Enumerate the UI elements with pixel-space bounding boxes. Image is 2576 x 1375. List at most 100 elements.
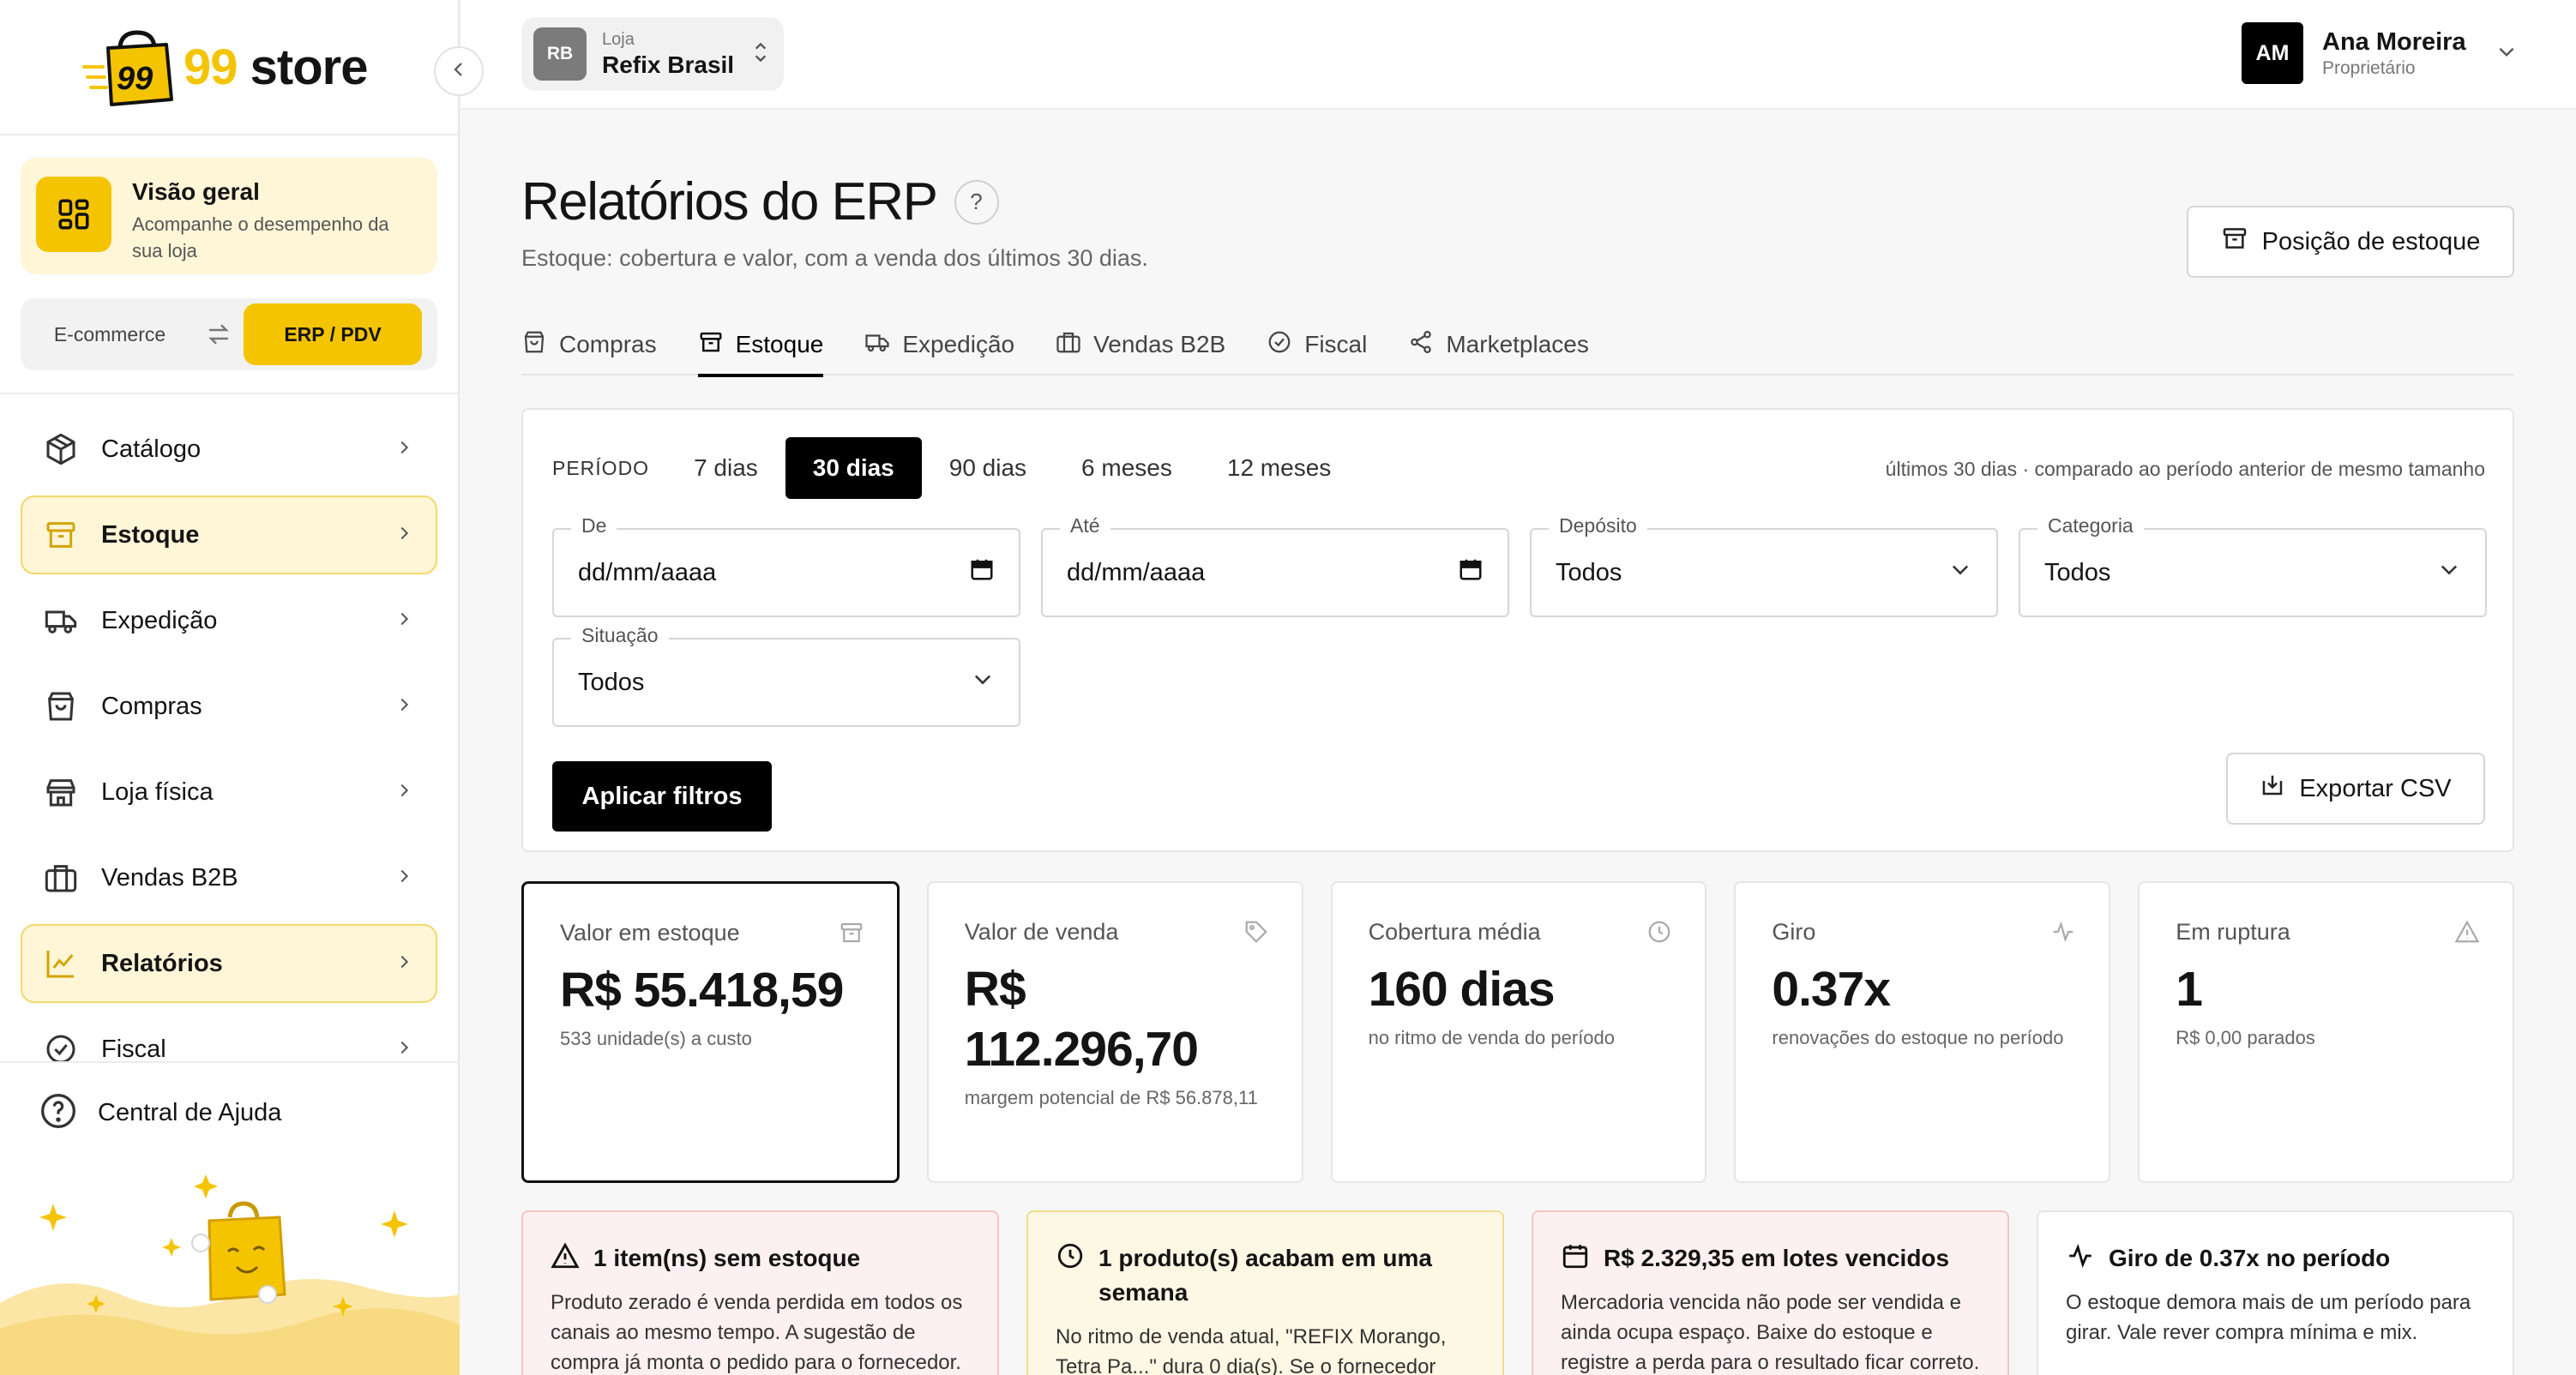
kpi-label: Valor em estoque: [560, 920, 740, 946]
sidebar-item-label: Loja física: [101, 778, 214, 806]
mode-erp-button[interactable]: ERP / PDV: [244, 303, 422, 365]
kpi-card-stockout[interactable]: Em ruptura 1 R$ 0,00 parados: [2138, 881, 2514, 1183]
clock-icon: [1646, 919, 1672, 949]
help-icon[interactable]: ?: [954, 179, 999, 225]
kpi-subtext: margem potencial de R$ 56.878,11: [964, 1087, 1258, 1108]
date-from-value: dd/mm/aaaa: [578, 558, 717, 586]
period-90-days[interactable]: 90 dias: [922, 437, 1054, 499]
period-12-months[interactable]: 12 meses: [1200, 437, 1358, 499]
period-note: últimos 30 dias · comparado ao período a…: [1885, 458, 2485, 480]
chevron-left-icon: [448, 59, 469, 84]
swap-arrows-icon[interactable]: [199, 321, 238, 347]
date-to-field[interactable]: Até dd/mm/aaaa: [1041, 514, 1509, 617]
chevron-updown-icon: [749, 39, 772, 69]
period-30-days[interactable]: 30 dias: [785, 437, 922, 499]
sidebar-item-loja-fisica[interactable]: Loja física: [21, 753, 437, 832]
tab-compras[interactable]: Compras: [521, 314, 657, 375]
chevron-down-icon: [1948, 557, 1972, 588]
sidebar-item-vendas-b2b[interactable]: Vendas B2B: [21, 838, 437, 917]
kpi-value: 0.37x: [1772, 962, 1891, 1017]
help-center-label: Central de Ajuda: [98, 1099, 282, 1126]
sidebar-item-label: Catálogo: [101, 435, 202, 463]
chevron-right-icon: [394, 867, 413, 890]
period-label: PERÍODO: [552, 456, 650, 479]
brand-logo[interactable]: 99 99 store: [0, 0, 458, 135]
date-from-field[interactable]: De dd/mm/aaaa: [552, 514, 1020, 617]
period-6-months[interactable]: 6 meses: [1054, 437, 1200, 499]
chevron-right-icon: [394, 952, 413, 976]
tab-label: Compras: [559, 331, 657, 357]
stock-position-button[interactable]: Posição de estoque: [2187, 206, 2514, 278]
sidebar-footer: Central de Ajuda: [0, 1061, 460, 1375]
sidebar-nav: Catálogo Estoque Expedição Compras Loja …: [21, 410, 437, 1061]
kpi-subtext: no ritmo de venda do período: [1368, 1027, 1616, 1048]
kpi-subtext: 533 unidade(s) a custo: [560, 1028, 752, 1049]
kpi-card-sale-value[interactable]: Valor de venda R$ 112.296,70 margem pote…: [926, 881, 1303, 1183]
kpi-value: R$ 112.296,70: [964, 962, 1199, 1077]
overview-card[interactable]: Visão geral Acompanhe o desempenho da su…: [21, 158, 437, 274]
help-circle-icon: [39, 1092, 77, 1134]
truck-icon: [864, 329, 890, 361]
alert-expired-lots[interactable]: R$ 2.329,35 em lotes vencidos Mercadoria…: [1532, 1210, 2009, 1375]
help-center-link[interactable]: Central de Ajuda: [0, 1063, 460, 1134]
insight-alerts: 1 item(ns) sem estoque Produto zerado é …: [521, 1210, 2514, 1375]
alert-title: 1 item(ns) sem estoque: [593, 1245, 861, 1271]
page-heading: Relatórios do ERP: [521, 172, 938, 231]
kpi-card-coverage[interactable]: Cobertura média 160 dias no ritmo de ven…: [1330, 881, 1707, 1183]
field-label: Situação: [571, 624, 669, 647]
page-subtitle: Estoque: cobertura e valor, com a venda …: [521, 245, 1148, 271]
alert-ending-soon[interactable]: 1 produto(s) acabam em uma semana No rit…: [1026, 1210, 1504, 1375]
chevron-right-icon: [394, 695, 413, 718]
export-csv-button[interactable]: Exportar CSV: [2226, 753, 2485, 825]
status-select[interactable]: Situação Todos: [552, 624, 1020, 727]
calendar-icon[interactable]: [969, 556, 995, 589]
period-7-days[interactable]: 7 dias: [666, 437, 785, 499]
sidebar-item-label: Expedição: [101, 606, 218, 634]
sidebar-item-relatorios[interactable]: Relatórios: [21, 924, 437, 1003]
stock-position-label: Posição de estoque: [2261, 227, 2481, 255]
truck-icon: [41, 601, 81, 640]
briefcase-icon: [41, 858, 81, 898]
tab-expedicao[interactable]: Expedição: [864, 314, 1014, 375]
mode-ecommerce-button[interactable]: E-commerce: [21, 323, 199, 346]
calendar-icon[interactable]: [1458, 556, 1484, 589]
store-icon: [41, 772, 81, 812]
tab-marketplaces[interactable]: Marketplaces: [1408, 314, 1589, 375]
alert-body: Produto zerado é venda perdida em todos …: [551, 1291, 963, 1374]
kpi-card-turnover[interactable]: Giro 0.37x renovações do estoque no perí…: [1734, 881, 2111, 1183]
sidebar-item-estoque[interactable]: Estoque: [21, 495, 437, 574]
user-menu[interactable]: AM Ana Moreira Proprietário: [2242, 22, 2518, 84]
store-caption: Loja: [602, 29, 635, 49]
field-label: Depósito: [1549, 514, 1647, 537]
category-value: Todos: [2044, 558, 2111, 586]
store-name: Refix Brasil: [602, 51, 735, 78]
deposit-select[interactable]: Depósito Todos: [1530, 514, 1998, 617]
briefcase-icon: [1056, 329, 1081, 361]
alert-turnover[interactable]: Giro de 0.37x no período O estoque demor…: [2037, 1210, 2514, 1375]
mode-switch: E-commerce ERP / PDV: [21, 298, 437, 370]
store-selector[interactable]: RB Loja Refix Brasil: [521, 17, 784, 91]
alert-out-of-stock[interactable]: 1 item(ns) sem estoque Produto zerado é …: [521, 1210, 999, 1375]
field-label: De: [571, 514, 617, 537]
tab-vendas-b2b[interactable]: Vendas B2B: [1056, 314, 1225, 375]
alert-title: 1 produto(s) acabam em uma semana: [1098, 1245, 1432, 1306]
collapse-sidebar-button[interactable]: [434, 46, 484, 96]
kpi-card-stock-value[interactable]: Valor em estoque R$ 55.418,59 533 unidad…: [521, 881, 900, 1183]
sidebar-item-compras[interactable]: Compras: [21, 667, 437, 746]
sidebar-item-label: Fiscal: [101, 1035, 166, 1062]
kpi-label: Giro: [1772, 919, 1816, 945]
sidebar: 99 99 store Visão geral Acompanhe o dese…: [0, 0, 460, 1375]
alert-body: No ritmo de venda atual, "REFIX Morango,…: [1056, 1325, 1447, 1375]
sidebar-item-catalogo[interactable]: Catálogo: [21, 410, 437, 489]
check-circle-icon: [1267, 329, 1292, 361]
shopping-bag-icon: [521, 329, 547, 361]
tab-label: Expedição: [902, 331, 1015, 357]
tab-fiscal[interactable]: Fiscal: [1267, 314, 1367, 375]
sidebar-item-expedicao[interactable]: Expedição: [21, 581, 437, 660]
mascot-illustration: [0, 1174, 460, 1375]
apply-filters-button[interactable]: Aplicar filtros: [552, 761, 772, 832]
user-name: Ana Moreira: [2322, 27, 2466, 56]
sidebar-item-fiscal[interactable]: Fiscal: [21, 1010, 437, 1061]
category-select[interactable]: Categoria Todos: [2019, 514, 2487, 617]
tab-estoque[interactable]: Estoque: [697, 314, 823, 377]
